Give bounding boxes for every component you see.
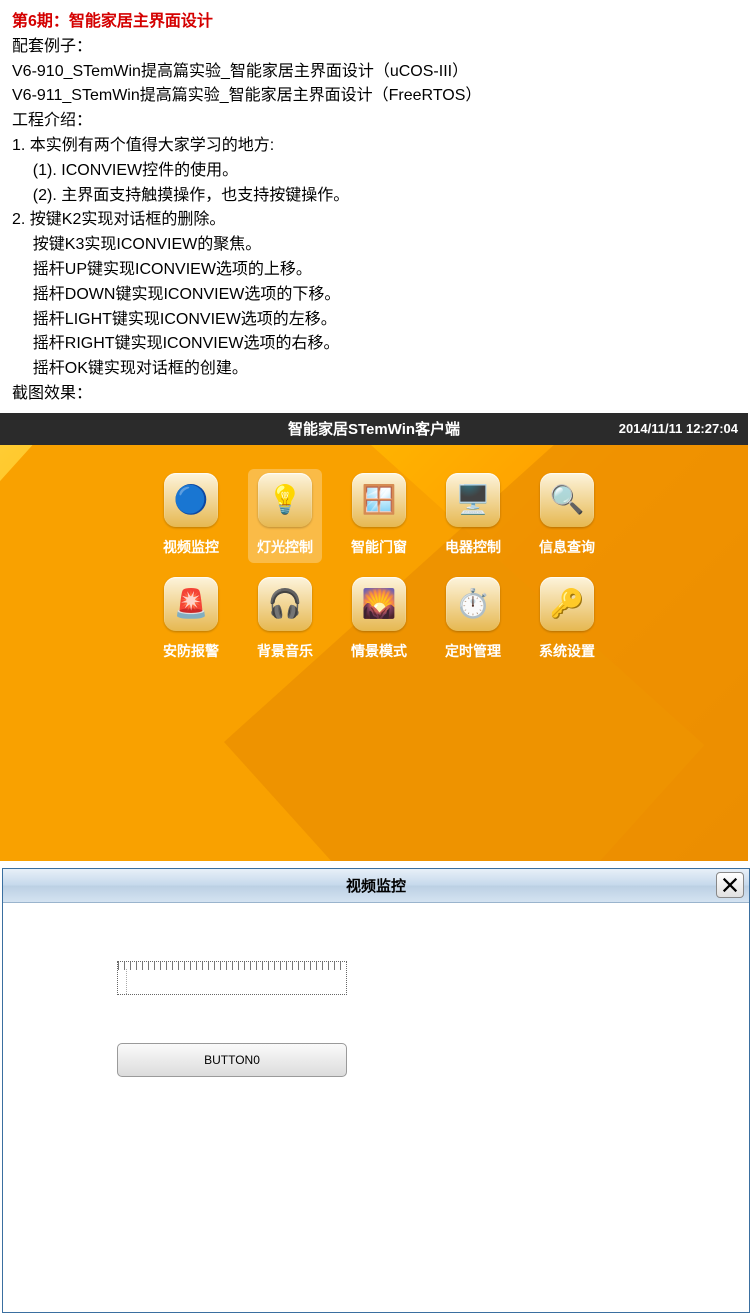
iconview-item-appliance-ctrl[interactable]: 🖥️ 电器控制 xyxy=(436,473,510,557)
statusbar-clock: 2014/11/11 12:27:04 xyxy=(619,413,738,445)
iconview-item-info-query[interactable]: 🔍 信息查询 xyxy=(530,473,604,557)
iconview-item-light-control[interactable]: 💡 灯光控制 xyxy=(248,469,322,563)
smart-home-screenshot: 智能家居STemWin客户端 2014/11/11 12:27:04 🔵 视频监控… xyxy=(0,413,748,861)
iconview-item-scene-mode[interactable]: 🌄 情景模式 xyxy=(342,577,416,661)
dialog-close-button[interactable] xyxy=(716,872,744,898)
bg-music-icon: 🎧 xyxy=(258,577,312,631)
iconview-item-smart-doorwin[interactable]: 🪟 智能门窗 xyxy=(342,473,416,557)
iconview-item-label: 信息查询 xyxy=(539,537,595,557)
smart-doorwin-icon: 🪟 xyxy=(352,473,406,527)
iconview-item-system-settings[interactable]: 🔑 系统设置 xyxy=(530,577,604,661)
text-line: 2. 按键K2实现对话框的删除。 xyxy=(12,208,738,233)
text-line: 按键K3实现ICONVIEW的聚焦。 xyxy=(12,233,738,258)
iconview-item-label: 情景模式 xyxy=(351,641,407,661)
dialog-title: 视频监控 xyxy=(346,875,406,896)
appliance-ctrl-icon: 🖥️ xyxy=(446,473,500,527)
text-line: (2). 主界面支持触摸操作，也支持按键操作。 xyxy=(12,184,738,209)
iconview-item-label: 视频监控 xyxy=(163,537,219,557)
close-icon xyxy=(721,876,739,894)
iconview-item-label: 背景音乐 xyxy=(257,641,313,661)
system-settings-icon: 🔑 xyxy=(540,577,594,631)
iconview-item-label: 系统设置 xyxy=(539,641,595,661)
text-line: 摇杆DOWN键实现ICONVIEW选项的下移。 xyxy=(12,283,738,308)
iconview-item-timer-manage[interactable]: ⏱️ 定时管理 xyxy=(436,577,510,661)
text-line: 摇杆OK键实现对话框的创建。 xyxy=(12,357,738,382)
dialog-screenshot: 视频监控 BUTTON0 xyxy=(2,868,750,1313)
text-line: 截图效果： xyxy=(12,382,738,407)
text-line: 摇杆LIGHT键实现ICONVIEW选项的左移。 xyxy=(12,308,738,333)
statusbar-title: 智能家居STemWin客户端 xyxy=(288,418,460,439)
text-line: 摇杆RIGHT键实现ICONVIEW选项的右移。 xyxy=(12,332,738,357)
video-monitor-icon: 🔵 xyxy=(164,473,218,527)
section-title: 第6期：智能家居主界面设计 xyxy=(12,10,738,35)
scene-mode-icon: 🌄 xyxy=(352,577,406,631)
iconview-item-label: 灯光控制 xyxy=(257,537,313,557)
iconview-item-label: 安防报警 xyxy=(163,641,219,661)
text-line: V6-911_STemWin提高篇实验_智能家居主界面设计（FreeRTOS） xyxy=(12,84,738,109)
dialog-body: BUTTON0 xyxy=(3,903,749,1312)
text-line: (1). ICONVIEW控件的使用。 xyxy=(12,159,738,184)
edit-field[interactable] xyxy=(117,961,347,995)
iconview-item-label: 电器控制 xyxy=(445,537,501,557)
text-line: 配套例子： xyxy=(12,35,738,60)
iconview-item-security-alarm[interactable]: 🚨 安防报警 xyxy=(154,577,228,661)
iconview-item-label: 定时管理 xyxy=(445,641,501,661)
dialog-titlebar: 视频监控 xyxy=(3,869,749,903)
document-text-block: 第6期：智能家居主界面设计 配套例子： V6-910_STemWin提高篇实验_… xyxy=(0,0,750,413)
text-line: 1. 本实例有两个值得大家学习的地方: xyxy=(12,134,738,159)
text-line: V6-910_STemWin提高篇实验_智能家居主界面设计（uCOS-III） xyxy=(12,60,738,85)
security-alarm-icon: 🚨 xyxy=(164,577,218,631)
timer-manage-icon: ⏱️ xyxy=(446,577,500,631)
iconview-item-label: 智能门窗 xyxy=(351,537,407,557)
iconview-grid[interactable]: 🔵 视频监控 💡 灯光控制 🪟 智能门窗 🖥️ 电器控制 🔍 信息查询 🚨 安防报警 🎧 背景音乐 🌄 情景模… xyxy=(154,473,624,661)
info-query-icon: 🔍 xyxy=(540,473,594,527)
iconview-item-bg-music[interactable]: 🎧 背景音乐 xyxy=(248,577,322,661)
light-control-icon: 💡 xyxy=(258,473,312,527)
iconview-item-video-monitor[interactable]: 🔵 视频监控 xyxy=(154,473,228,557)
text-line: 摇杆UP键实现ICONVIEW选项的上移。 xyxy=(12,258,738,283)
text-line: 工程介绍： xyxy=(12,109,738,134)
button0[interactable]: BUTTON0 xyxy=(117,1043,347,1077)
